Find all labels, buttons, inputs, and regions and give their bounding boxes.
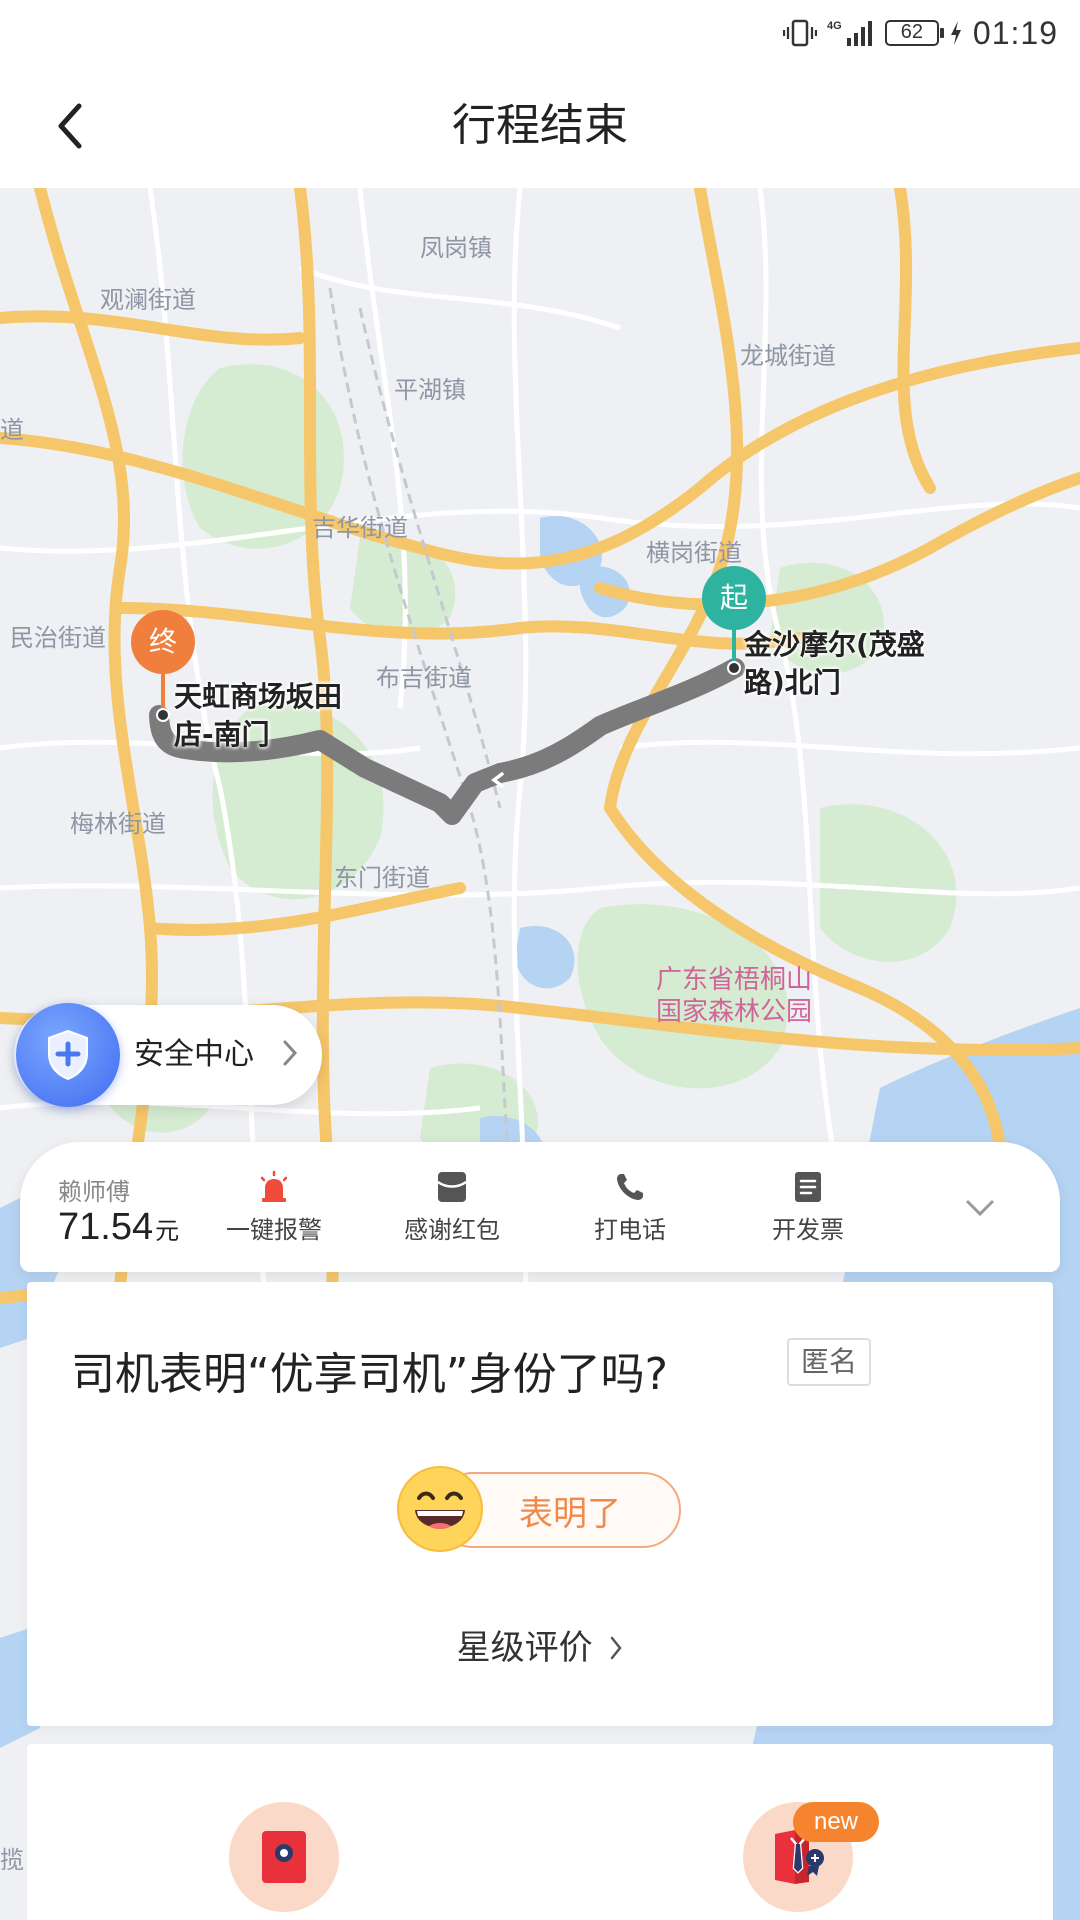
status-icons: 4G 62 01:19 xyxy=(782,14,1058,52)
expand-actions-button[interactable] xyxy=(960,1188,1000,1228)
phone-icon xyxy=(617,1174,643,1200)
map-label: 揽 xyxy=(0,1846,24,1874)
action-label: 感谢红包 xyxy=(404,1216,500,1244)
confirm-identity-button[interactable]: 表明了 xyxy=(395,1466,681,1552)
end-location-label: 天虹商场坂田 店-南门 xyxy=(174,678,342,754)
vibrate-icon xyxy=(782,19,817,47)
end-pin[interactable]: 终 xyxy=(131,610,195,674)
header: 行程结束 xyxy=(0,66,1080,188)
start-pin[interactable]: 起 xyxy=(702,566,766,630)
call-driver-button[interactable]: 打电话 xyxy=(560,1164,700,1254)
emergency-alarm-button[interactable]: 一键报警 xyxy=(204,1164,344,1254)
laughing-face-icon xyxy=(397,1466,483,1552)
end-location-line1: 天虹商场坂田 xyxy=(174,680,343,713)
start-point xyxy=(727,661,741,675)
status-bar: 4G 62 01:19 xyxy=(0,0,1080,66)
chevron-down-icon xyxy=(966,1200,994,1217)
map-label: 平湖镇 xyxy=(394,376,466,404)
map-label: 布吉街道 xyxy=(376,664,472,692)
thank-red-envelope-button[interactable]: 感谢红包 xyxy=(382,1164,522,1254)
action-label: 开发票 xyxy=(772,1216,844,1244)
action-label: 打电话 xyxy=(594,1216,666,1244)
map-label: 龙城街道 xyxy=(740,342,836,370)
map-label: 横岗街道 xyxy=(646,539,742,567)
driver-name: 赖师傅 xyxy=(58,1178,130,1206)
anonymous-badge: 匿名 xyxy=(787,1338,872,1386)
red-packet-service-button[interactable] xyxy=(229,1802,339,1912)
map-label: 观澜街道 xyxy=(100,286,196,314)
invoice-icon xyxy=(795,1172,821,1202)
red-envelope-icon xyxy=(437,1172,467,1202)
map-label: 吉华街道 xyxy=(312,514,408,542)
fare-amount: 71.54元 xyxy=(58,1206,179,1249)
new-badge: new xyxy=(793,1802,879,1842)
action-label: 一键报警 xyxy=(226,1216,322,1244)
map-label: 凤岗镇 xyxy=(420,234,492,262)
start-pin-label: 起 xyxy=(702,566,766,630)
bottom-services-card: new xyxy=(27,1744,1053,1920)
end-location-line2: 店-南门 xyxy=(174,718,270,751)
map-label: 东门街道 xyxy=(334,864,430,892)
map-label: 道 xyxy=(0,416,24,444)
driver-identity-question-card: 司机表明“优享司机”身份了吗? 匿名 表明了 星级评价 xyxy=(27,1282,1053,1726)
alarm-icon xyxy=(260,1170,288,1202)
start-location-label: 金沙摩尔(茂盛 路)北门 xyxy=(744,626,925,702)
charging-icon xyxy=(950,21,961,45)
question-title: 司机表明“优享司机”身份了吗? xyxy=(71,1349,668,1400)
confirm-label: 表明了 xyxy=(519,1494,621,1534)
chevron-right-icon xyxy=(283,1040,298,1066)
park-label-line2: 国家森林公园 xyxy=(656,997,813,1027)
park-label-line1: 广东省梧桐山 xyxy=(656,965,813,995)
start-location-line1: 金沙摩尔(茂盛 xyxy=(744,628,925,661)
safety-center-button[interactable]: 安全中心 xyxy=(14,1003,322,1107)
fare-value: 71.54 xyxy=(58,1206,154,1248)
star-rating-label: 星级评价 xyxy=(456,1628,593,1668)
shield-icon xyxy=(16,1003,120,1107)
star-rating-link[interactable]: 星级评价 xyxy=(27,1620,1053,1670)
end-point xyxy=(156,708,170,722)
park-label: 广东省梧桐山 国家森林公园 xyxy=(656,964,812,1028)
battery-indicator: 62 xyxy=(884,20,944,46)
issue-invoice-button[interactable]: 开发票 xyxy=(738,1164,878,1254)
status-time: 01:19 xyxy=(972,14,1058,51)
app: 4G 62 01:19 行程结束 凤岗镇 观澜街道 龙城街道 平湖镇 吉华街道 … xyxy=(0,0,1080,1920)
map-label: 梅林街道 xyxy=(70,810,166,838)
network-label: 4G xyxy=(827,20,842,32)
page-title: 行程结束 xyxy=(452,100,628,151)
end-pin-label: 终 xyxy=(131,610,195,674)
red-packet-icon xyxy=(262,1831,306,1883)
start-location-line2: 路)北门 xyxy=(744,666,841,699)
chevron-right-icon xyxy=(611,1636,623,1659)
fare-unit: 元 xyxy=(155,1217,180,1245)
map-label: 民治街道 xyxy=(10,624,106,652)
driver-info-bar: 赖师傅 71.54元 一键报警 感谢红包 打电话 开发票 xyxy=(20,1142,1060,1272)
signal-icon: 4G xyxy=(827,20,872,46)
safety-center-label: 安全中心 xyxy=(134,1037,254,1072)
